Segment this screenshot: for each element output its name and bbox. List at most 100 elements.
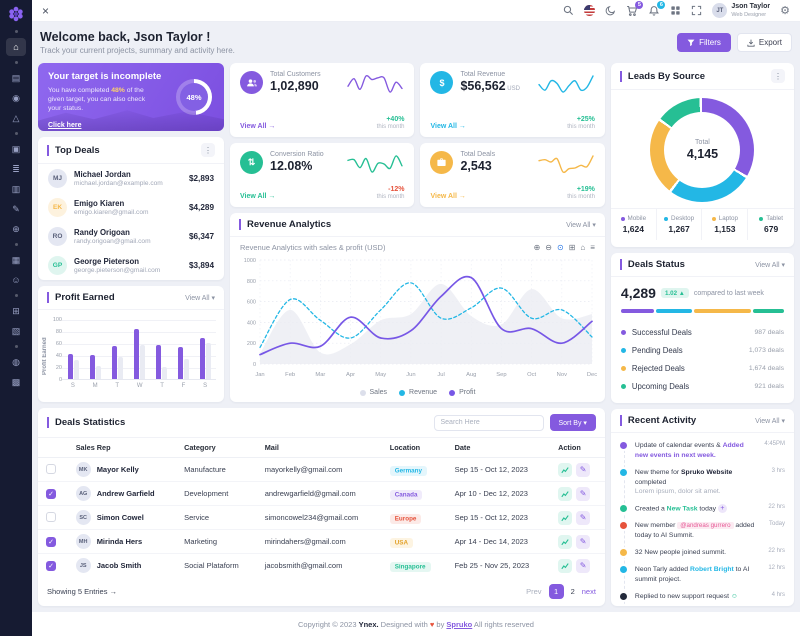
leads-by-source-title: Leads By Source (620, 71, 705, 82)
view-all-link[interactable]: View All → (430, 193, 465, 200)
user-menu[interactable]: JT Json Taylor Web Designer (712, 3, 770, 18)
row-checkbox[interactable]: ✓ (46, 561, 56, 571)
notifications-icon[interactable]: 6 (648, 5, 660, 17)
sidebar-item-globe[interactable]: ⊕ (6, 220, 26, 238)
deal-list-item[interactable]: RORandy Origoanrandy.origoan@gmail.com$6… (38, 222, 224, 251)
chart-tool-icon[interactable]: ⌂ (580, 243, 585, 252)
country-flag-icon[interactable] (584, 5, 595, 16)
stat-value: 2,543 (460, 159, 495, 173)
chart-action-icon[interactable] (558, 535, 572, 549)
pagination-prev[interactable]: Prev (526, 587, 541, 596)
sidebar-item-pin[interactable]: ◍ (6, 353, 26, 371)
activity-dot (620, 549, 627, 556)
chart-action-icon[interactable] (558, 511, 572, 525)
more-options-icon[interactable]: ⋮ (201, 143, 215, 157)
sidebar-item-error[interactable]: △ (6, 109, 26, 127)
chart-action-icon[interactable] (558, 559, 572, 573)
table-search-input[interactable] (434, 415, 544, 431)
table-body: MKMayor KellyManufacturemayorkelly@gmail… (38, 458, 605, 578)
filters-button[interactable]: Filters (677, 33, 731, 52)
view-all-link[interactable]: View All → (240, 123, 275, 130)
pagination-page-1[interactable]: 1 (549, 584, 564, 599)
deal-list-item[interactable]: EKEmigo Kiarenemigo.kiaren@gmail.com$4,2… (38, 193, 224, 222)
column-header[interactable]: Date (447, 438, 551, 458)
pagination-page-2[interactable]: 2 (571, 587, 575, 596)
sidebar-item-apps[interactable]: ▦ (6, 251, 26, 269)
deals-statistics-card: Deals Statistics Sort By ▾ Sales RepCate… (38, 408, 605, 606)
search-icon[interactable] (563, 5, 574, 16)
more-options-icon[interactable]: ⋮ (771, 69, 785, 83)
chart-action-icon[interactable] (558, 463, 572, 477)
chart-tool-icon[interactable]: ⊖ (545, 243, 552, 252)
column-header[interactable] (38, 438, 68, 458)
sidebar-item-pen[interactable]: ✎ (6, 200, 26, 218)
chart-action-icon[interactable] (558, 487, 572, 501)
sparkline-chart (346, 73, 404, 100)
svg-text:Aug: Aug (467, 372, 477, 378)
svg-text:600: 600 (247, 300, 256, 306)
sidebar-item-server[interactable]: ≣ (6, 160, 26, 178)
sidebar-item-calendar[interactable]: ▩ (6, 373, 26, 391)
sidebar-item-box[interactable]: ▣ (6, 140, 26, 158)
bar-group (112, 346, 123, 379)
row-checkbox[interactable]: ✓ (46, 537, 56, 547)
svg-text:Apr: Apr (346, 372, 355, 378)
dark-mode-icon[interactable] (605, 5, 616, 16)
sort-by-button[interactable]: Sort By ▾ (550, 414, 596, 431)
sidebar-item-table[interactable]: ⊞ (6, 302, 26, 320)
app-logo-icon[interactable] (8, 6, 24, 22)
deals-status-view-all-dropdown[interactable]: View All ▾ (755, 261, 785, 269)
activity-time: 22 hrs (768, 504, 785, 514)
sidebar-separator (15, 345, 18, 348)
revenue-view-all-dropdown[interactable]: View All ▾ (566, 221, 596, 229)
sidebar-item-pages[interactable]: ▤ (6, 69, 26, 87)
edit-action-icon[interactable]: ✎ (576, 487, 590, 501)
row-checkbox[interactable]: ✓ (46, 489, 56, 499)
view-all-link[interactable]: View All → (240, 193, 275, 200)
sidebar-item-home[interactable]: ⌂ (6, 38, 26, 56)
settings-gear-icon[interactable]: ⚙ (780, 4, 790, 17)
export-button[interactable]: Export (737, 33, 792, 52)
apps-grid-icon[interactable] (670, 5, 681, 16)
cart-icon[interactable]: 5 (626, 5, 638, 17)
view-all-link[interactable]: View All → (430, 123, 465, 130)
close-icon[interactable]: × (42, 5, 49, 17)
deal-list-item[interactable]: MJMichael Jordanmichael.jordan@example.c… (38, 164, 224, 193)
column-header[interactable]: Category (176, 438, 257, 458)
legend-item[interactable]: Sales (360, 389, 388, 396)
sidebar-item-shield[interactable]: ◉ (6, 89, 26, 107)
sidebar-item-image[interactable]: ▧ (6, 322, 26, 340)
legend-item[interactable]: Revenue (399, 389, 437, 396)
row-checkbox[interactable] (46, 464, 56, 474)
fullscreen-icon[interactable] (691, 5, 702, 16)
table-row: SCSimon CowelServicesimoncowel234@gmail.… (38, 506, 605, 530)
profit-view-all-dropdown[interactable]: View All ▾ (185, 294, 215, 302)
donut-center-label: Total (695, 139, 710, 146)
row-checkbox[interactable] (46, 512, 56, 522)
chart-tool-icon[interactable]: ⊕ (534, 243, 541, 252)
column-header[interactable]: Mail (257, 438, 382, 458)
column-header[interactable]: Location (382, 438, 447, 458)
deal-list-item[interactable]: GPGeorge Pietersongeorge.pieterson@gmail… (38, 251, 224, 280)
activity-view-all-dropdown[interactable]: View All ▾ (755, 417, 785, 425)
pagination-next[interactable]: next (582, 587, 596, 596)
sidebar-item-smiley[interactable]: ☺ (6, 271, 26, 289)
edit-action-icon[interactable]: ✎ (576, 463, 590, 477)
column-header[interactable]: Sales Rep (68, 438, 176, 458)
deals-status-card: Deals Status View All ▾ 4,289 1.02 ▲ com… (611, 253, 794, 403)
target-click-here-link[interactable]: Click here (48, 122, 81, 129)
revenue-analytics-title: Revenue Analytics (239, 219, 331, 230)
stat-value: 12.08% (270, 159, 324, 173)
chart-tool-icon[interactable]: ≡ (590, 243, 595, 252)
edit-action-icon[interactable]: ✎ (576, 559, 590, 573)
edit-action-icon[interactable]: ✎ (576, 535, 590, 549)
svg-text:Mar: Mar (316, 372, 326, 378)
chart-tool-icon[interactable]: ⊞ (569, 243, 576, 252)
sidebar-item-file[interactable]: ▥ (6, 180, 26, 198)
edit-action-icon[interactable]: ✎ (576, 511, 590, 525)
bar-group (178, 347, 189, 379)
column-header[interactable]: Action (550, 438, 605, 458)
chart-tool-icon[interactable]: ⊙ (557, 243, 564, 252)
recent-activity-title: Recent Activity (620, 415, 696, 426)
legend-item[interactable]: Profit (449, 389, 475, 396)
